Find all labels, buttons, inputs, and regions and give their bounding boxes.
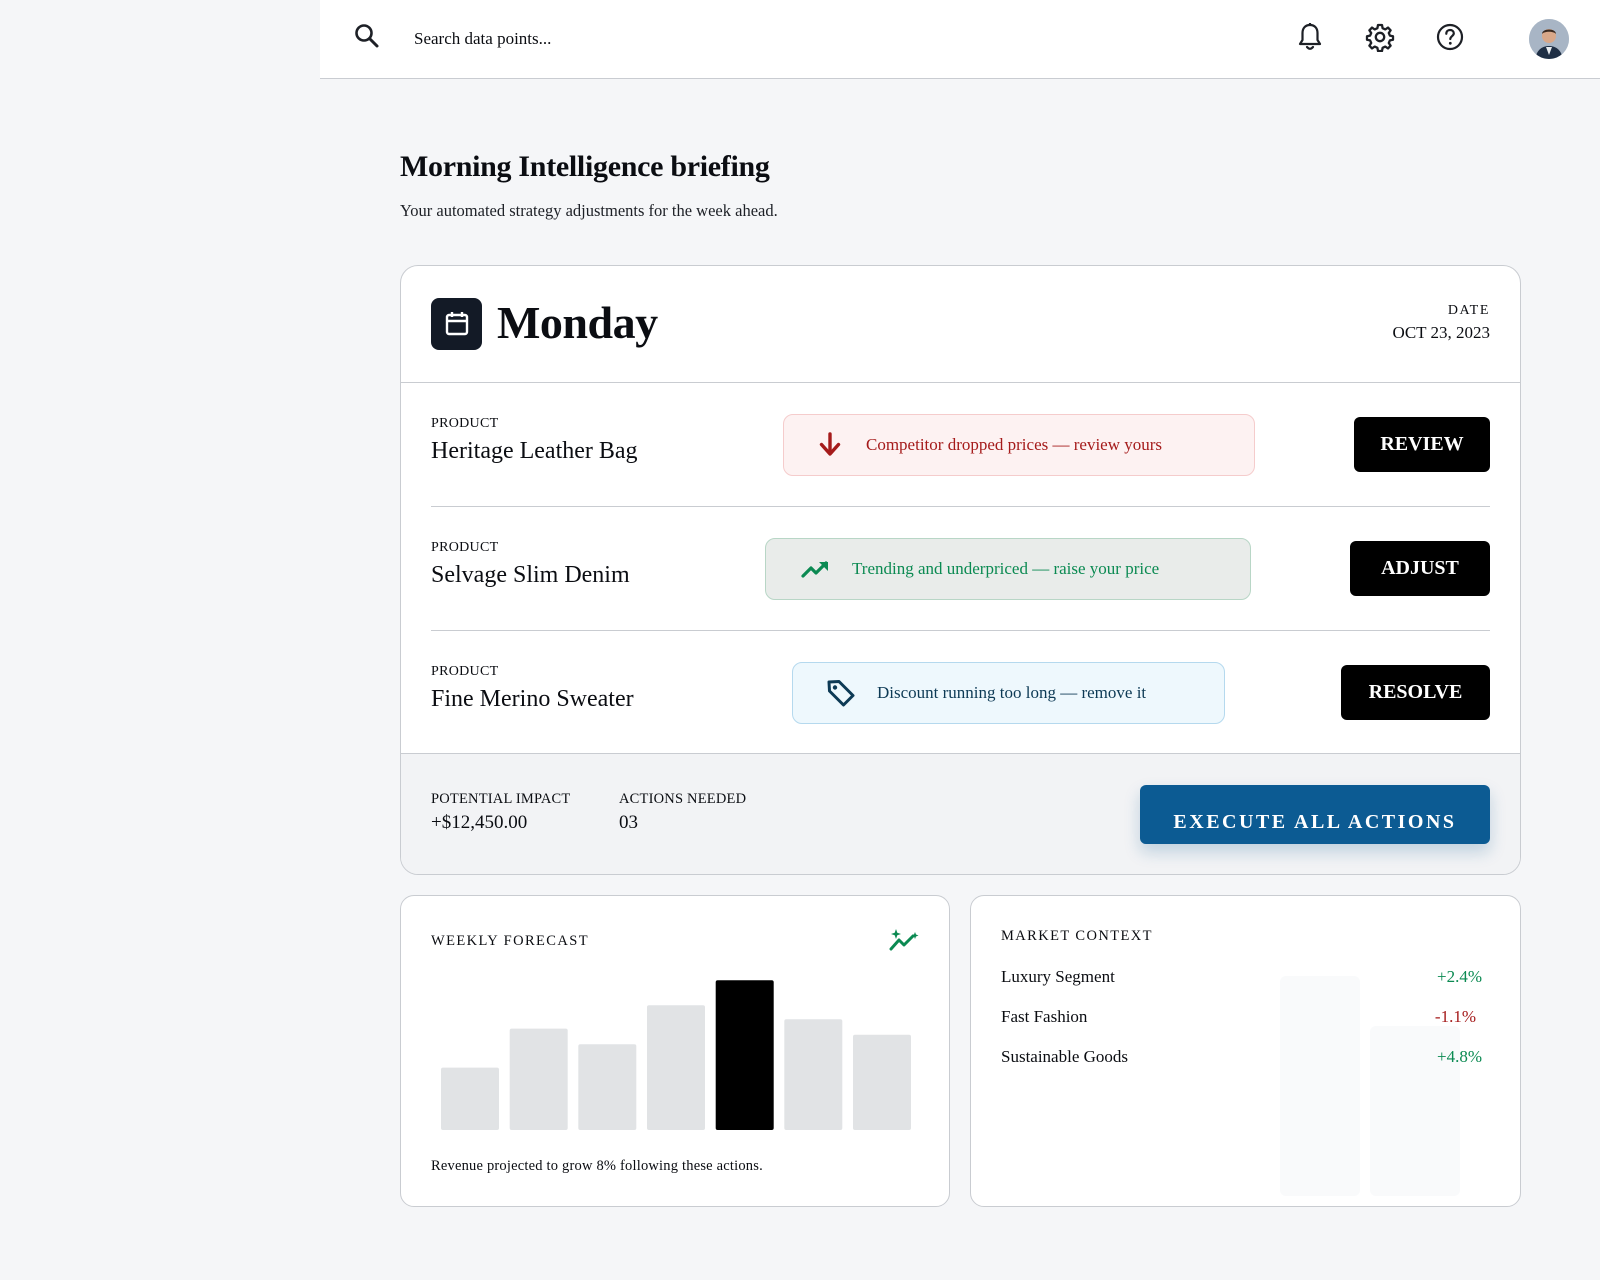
weekly-forecast-card: WEEKLY FORECAST Revenue projected to gro… [400, 895, 950, 1207]
market-segment-name: Fast Fashion [1001, 1007, 1088, 1026]
product-name: Selvage Slim Denim [431, 562, 630, 588]
market-segment-name: Luxury Segment [1001, 967, 1115, 986]
search-input[interactable] [414, 24, 834, 54]
market-segment-change: +4.8% [1437, 1047, 1482, 1066]
market-segment-change: -1.1% [1434, 1007, 1476, 1026]
product-label: PRODUCT [431, 416, 499, 431]
help-icon[interactable] [1433, 20, 1467, 54]
product-label: PRODUCT [431, 540, 499, 555]
gear-icon[interactable] [1363, 20, 1397, 54]
calendar-icon [431, 298, 482, 350]
actions-needed-value: 03 [619, 812, 638, 833]
execute-all-button[interactable]: EXECUTE ALL ACTIONS [1140, 785, 1490, 844]
product-row: PRODUCT Selvage Slim Denim Trending and … [431, 507, 1490, 631]
product-name: Heritage Leather Bag [431, 438, 638, 464]
product-row: PRODUCT Fine Merino Sweater Discount run… [431, 631, 1490, 755]
page-subtitle: Your automated strategy adjustments for … [400, 201, 778, 220]
avatar[interactable] [1529, 19, 1569, 59]
product-label: PRODUCT [431, 664, 499, 679]
card-footer: POTENTIAL IMPACT +$12,450.00 ACTIONS NEE… [401, 753, 1520, 874]
alert-banner: Competitor dropped prices — review yours [783, 414, 1255, 476]
forecast-caption: Revenue projected to grow 8% following t… [431, 1158, 763, 1174]
market-row: Fast Fashion -1.1% [1001, 1007, 1482, 1031]
adjust-button[interactable]: ADJUST [1350, 541, 1490, 596]
day-title: Monday [497, 297, 658, 348]
forecast-bar [853, 1034, 911, 1130]
forecast-label: WEEKLY FORECAST [431, 933, 589, 949]
date-value: OCT 23, 2023 [1392, 323, 1490, 342]
forecast-bar [578, 1044, 637, 1130]
market-segment-change: +2.4% [1437, 967, 1482, 986]
actions-needed-label: ACTIONS NEEDED [619, 791, 747, 807]
bell-icon[interactable] [1293, 20, 1327, 54]
briefing-card: Monday DATE OCT 23, 2023 PRODUCT Heritag… [400, 265, 1521, 875]
market-context-card: MARKET CONTEXT Luxury Segment +2.4% Fast… [970, 895, 1521, 1207]
card-header: Monday DATE OCT 23, 2023 [401, 266, 1520, 383]
sidebar [0, 0, 320, 1280]
alert-text: Discount running too long — remove it [877, 683, 1147, 702]
market-row: Luxury Segment +2.4% [1001, 967, 1482, 991]
forecast-bar [784, 1019, 843, 1130]
impact-label: POTENTIAL IMPACT [431, 791, 571, 807]
sparkle-trend-icon [889, 927, 921, 955]
tag-icon [821, 678, 861, 708]
alert-text: Trending and underpriced — raise your pr… [852, 559, 1160, 578]
review-button[interactable]: REVIEW [1354, 417, 1490, 472]
impact-value: +$12,450.00 [431, 812, 528, 833]
alert-text: Competitor dropped prices — review yours [866, 435, 1163, 454]
product-name: Fine Merino Sweater [431, 686, 634, 712]
alert-banner: Trending and underpriced — raise your pr… [765, 538, 1251, 600]
arrow-down-icon [810, 431, 850, 459]
forecast-bar [647, 1005, 705, 1130]
forecast-bar [441, 1067, 499, 1130]
trending-up-icon [796, 559, 836, 579]
search-icon[interactable] [353, 22, 381, 50]
resolve-button[interactable]: RESOLVE [1341, 665, 1490, 720]
page-title: Morning Intelligence briefing [400, 150, 770, 183]
market-segment-name: Sustainable Goods [1001, 1047, 1129, 1066]
forecast-bar-highlight [715, 980, 774, 1130]
market-label: MARKET CONTEXT [1001, 928, 1153, 944]
market-row: Sustainable Goods +4.8% [1001, 1047, 1482, 1071]
forecast-bar-chart [441, 980, 911, 1130]
top-bar [320, 0, 1600, 79]
forecast-bar [509, 1028, 568, 1130]
product-row: PRODUCT Heritage Leather Bag Competitor … [431, 383, 1490, 507]
alert-banner: Discount running too long — remove it [792, 662, 1225, 724]
date-label: DATE [1447, 303, 1490, 318]
